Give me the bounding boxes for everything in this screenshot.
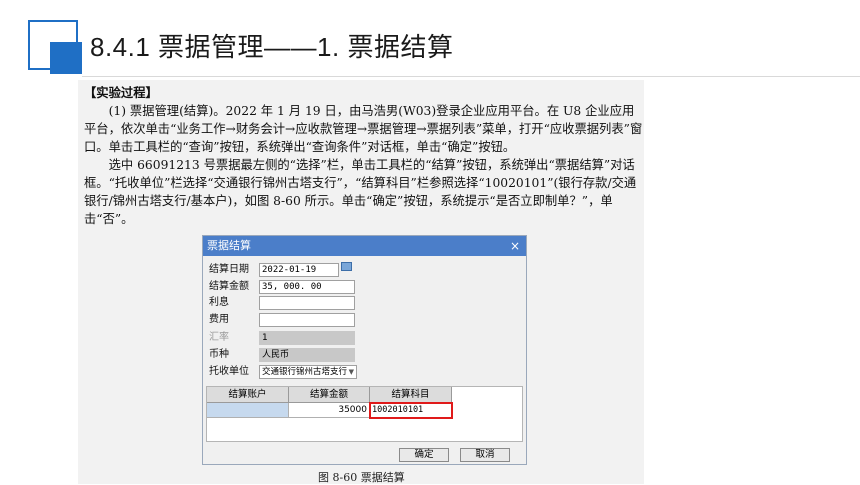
section-heading: 【实验过程】 [84,85,158,100]
close-icon[interactable]: × [510,236,520,256]
settle-amount-input[interactable]: 35, 000. 00 [259,280,355,294]
highlight-box [369,402,453,419]
grid-header-subject: 结算科目 [370,387,452,403]
settle-amount-label: 结算金额 [209,281,249,292]
document-body: 【实验过程】 (1) 票据管理(结算)。2022 年 1 月 19 日，由马浩男… [84,84,644,228]
calendar-icon[interactable] [341,262,352,271]
dialog-title: 票据结算 [207,239,251,252]
chevron-down-icon: ▼ [348,368,354,376]
cancel-button[interactable]: 取消 [460,448,510,462]
settle-date-input[interactable]: 2022-01-19 [259,263,339,277]
slide-title: 8.4.1 票据管理——1. 票据结算 [90,32,454,62]
paragraph: (1) 票据管理(结算)。2022 年 1 月 19 日，由马浩男(W03)登录… [84,104,643,154]
grid-cell-account[interactable] [207,403,289,418]
currency-field: 人民币 [259,348,355,362]
interest-label: 利息 [209,297,229,308]
exchange-rate-field: 1 [259,331,355,345]
title-divider [82,76,860,77]
fee-input[interactable] [259,313,355,327]
grid-cell-amount[interactable]: 35000 [289,403,370,418]
dialog-titlebar: 票据结算 × [203,236,526,256]
grid-header-account: 结算账户 [207,387,289,403]
settlement-grid: 结算账户 结算金额 结算科目 35000 1002010101 [206,386,523,442]
decor-square-filled [50,42,82,74]
currency-label: 币种 [209,349,229,360]
interest-input[interactable] [259,296,355,310]
paragraph: 选中 66091213 号票据最左侧的“选择”栏，单击工具栏的“结算”按钮，系统… [84,158,637,226]
settle-date-label: 结算日期 [209,264,249,275]
collection-unit-value: 交通银行锦州古塔支行 [262,367,348,377]
figure-caption: 图 8-60 票据结算 [318,471,405,484]
ok-button[interactable]: 确定 [399,448,449,462]
collection-unit-select[interactable]: 交通银行锦州古塔支行 ▼ [259,365,357,379]
grid-header-amount: 结算金额 [289,387,370,403]
collection-unit-label: 托收单位 [209,366,249,377]
exchange-rate-label: 汇率 [209,332,229,343]
settlement-dialog: 票据结算 × 结算日期 2022-01-19 结算金额 35, 000. 00 … [202,235,527,465]
fee-label: 费用 [209,314,229,325]
